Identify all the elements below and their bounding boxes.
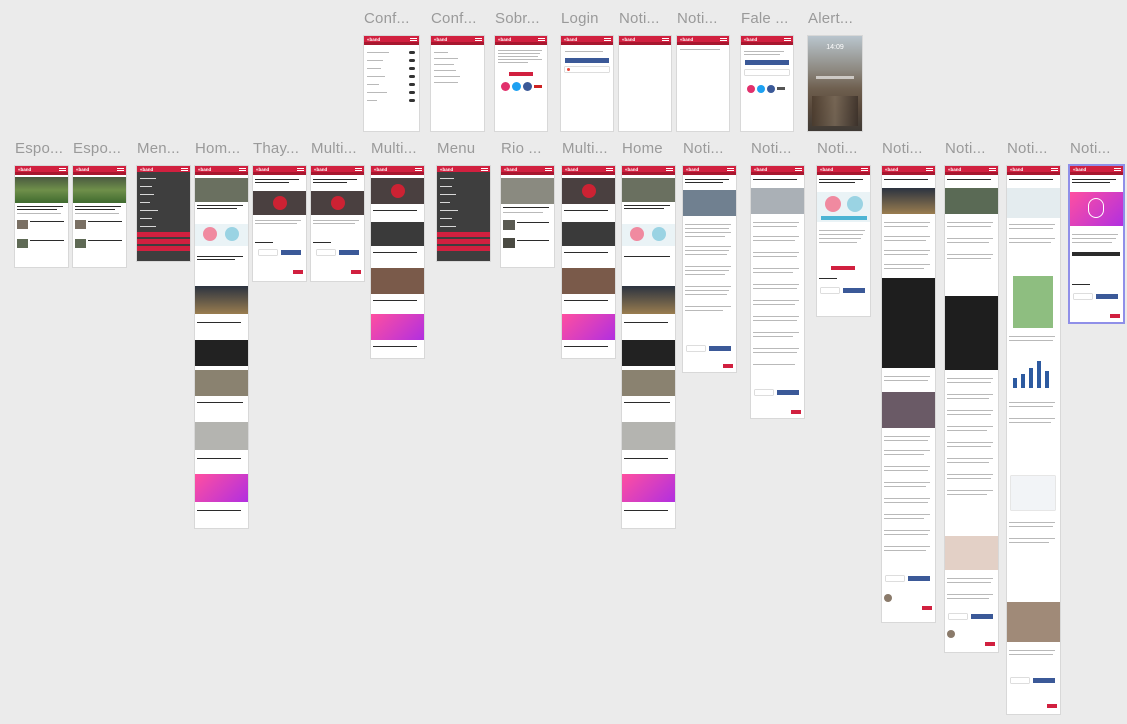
artboard-frame[interactable]: «band xyxy=(751,166,804,418)
artboard-frame[interactable]: «band xyxy=(677,36,729,131)
artboard-canvas[interactable]: Conf... «band Conf... «band Sobr... «ban… xyxy=(0,0,1127,724)
artboard-frame[interactable]: «band xyxy=(195,166,248,528)
artboard-frame[interactable]: «band xyxy=(311,166,364,281)
artboard-frame[interactable]: «band xyxy=(622,166,675,528)
artboard-frame[interactable]: «band xyxy=(15,166,68,267)
artboard-frame[interactable]: «band xyxy=(253,166,306,281)
artboard-frame[interactable]: «band xyxy=(683,166,736,372)
artboard-frame[interactable]: «band xyxy=(882,166,935,622)
artboard-frame[interactable]: «band xyxy=(562,166,615,358)
artboard-frame[interactable]: «band xyxy=(561,36,613,131)
artboard-frame[interactable]: «band xyxy=(817,166,870,316)
artboard-frame[interactable]: «band xyxy=(137,166,190,261)
artboard-frame[interactable]: «band xyxy=(1007,166,1060,714)
artboard-frame[interactable]: «band xyxy=(437,166,490,261)
artboard-frame[interactable]: «band xyxy=(371,166,424,358)
artboard-frame[interactable]: «band xyxy=(73,166,126,267)
artboard-frame[interactable]: «band xyxy=(431,36,484,131)
artboard-title[interactable]: Noti... xyxy=(1070,140,1127,157)
artboard-frame[interactable]: «band xyxy=(495,36,547,131)
artboard-frame[interactable]: 14:09 xyxy=(808,36,862,131)
artboard-frame[interactable]: «band xyxy=(364,36,419,131)
artboard-frame[interactable]: «band xyxy=(741,36,793,131)
artboard-frame[interactable]: «band xyxy=(619,36,671,131)
artboard-frame[interactable]: «band xyxy=(1070,166,1123,322)
lockscreen-clock: 14:09 xyxy=(826,44,844,51)
artboard-frame[interactable]: «band xyxy=(501,166,554,267)
artboard-frame[interactable]: «band xyxy=(945,166,998,652)
artboard-title[interactable]: Alert... xyxy=(808,10,888,27)
